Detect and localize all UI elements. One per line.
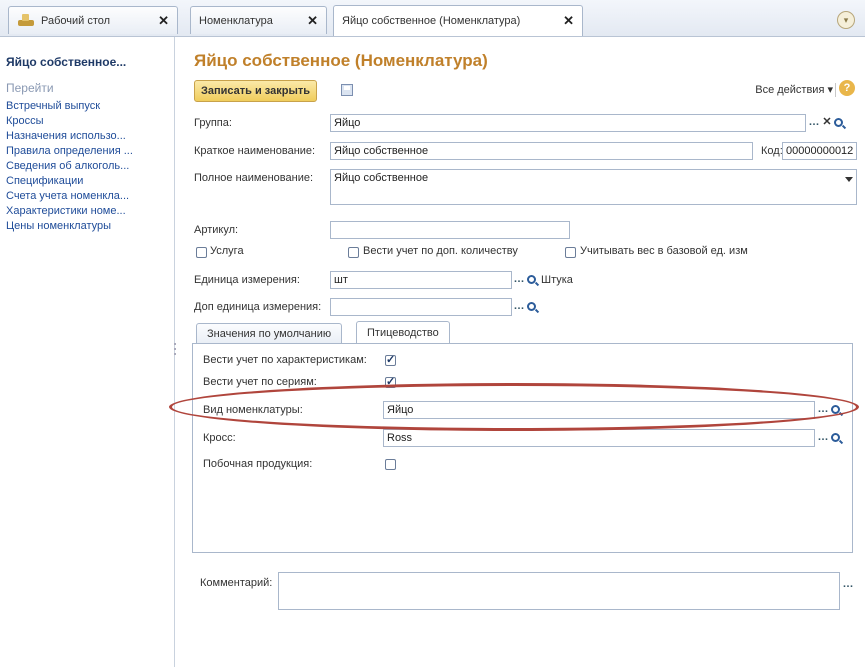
sidebar-item[interactable]: Правила определения ...	[6, 144, 133, 159]
sidebar-section-go: Перейти	[6, 81, 54, 95]
byproduct-checkbox[interactable]	[385, 459, 396, 470]
extra-unit-label: Доп единица измерения:	[194, 301, 322, 313]
search-icon[interactable]	[834, 118, 843, 127]
group-field[interactable]: Яйцо	[330, 114, 806, 132]
sidebar-item[interactable]: Цены номенклатуры	[6, 219, 133, 234]
full-name-label: Полное наименование:	[194, 172, 314, 184]
toolbar-divider	[835, 83, 836, 97]
select-button[interactable]: …	[817, 402, 829, 418]
byproduct-label: Побочная продукция:	[203, 458, 313, 470]
service-label: Услуга	[210, 245, 244, 257]
all-actions-menu[interactable]: Все действия ▾	[755, 83, 833, 96]
short-name-label: Краткое наименование:	[194, 145, 316, 157]
help-icon[interactable]: ?	[839, 80, 855, 96]
chars-label: Вести учет по характеристикам:	[203, 354, 367, 366]
poultry-panel: Вести учет по характеристикам: Вести уче…	[192, 343, 853, 553]
weight-checkbox[interactable]	[565, 247, 576, 258]
close-icon[interactable]: ✕	[563, 13, 574, 29]
extra-unit-field[interactable]	[330, 298, 512, 316]
unit-field[interactable]: шт	[330, 271, 512, 289]
series-label: Вести учет по сериям:	[203, 376, 317, 388]
home-icon	[17, 13, 35, 28]
search-icon[interactable]	[527, 302, 536, 311]
code-label: Код:	[761, 145, 783, 157]
search-icon[interactable]	[831, 433, 840, 442]
cross-field[interactable]: Ross	[383, 429, 815, 447]
unit-name-text: Штука	[541, 274, 573, 286]
unit-label: Единица измерения:	[194, 274, 300, 286]
article-label: Артикул:	[194, 224, 239, 236]
comment-field[interactable]	[278, 572, 840, 610]
sidebar-item[interactable]: Назначения использо...	[6, 129, 133, 144]
tab-desktop[interactable]: Рабочий стол ✕	[8, 6, 178, 34]
select-button[interactable]: …	[842, 577, 854, 593]
sidebar-item[interactable]: Счета учета номенкла...	[6, 189, 133, 204]
tab-nomenclature[interactable]: Номенклатура ✕	[190, 6, 327, 34]
chevron-down-icon[interactable]: ▾	[837, 11, 855, 29]
tab-egg-own[interactable]: Яйцо собственное (Номенклатура) ✕	[333, 5, 583, 36]
short-name-field[interactable]: Яйцо собственное	[330, 142, 753, 160]
dropdown-arrow-icon[interactable]	[845, 177, 853, 182]
tab-label: Яйцо собственное (Номенклатура)	[342, 15, 521, 27]
select-button[interactable]: …	[513, 299, 525, 315]
close-icon[interactable]: ✕	[158, 13, 169, 29]
save-icon[interactable]	[341, 84, 353, 96]
kind-label: Вид номенклатуры:	[203, 404, 303, 416]
code-field[interactable]: 00000000012	[782, 142, 857, 160]
splitter-handle[interactable]	[174, 340, 178, 358]
comment-label: Комментарий:	[200, 577, 273, 589]
select-button[interactable]: …	[808, 115, 820, 131]
search-icon[interactable]	[831, 405, 840, 414]
article-field[interactable]	[330, 221, 570, 239]
sidebar-item[interactable]: Сведения об алкоголь...	[6, 159, 133, 174]
weight-label: Учитывать вес в базовой ед. изм	[580, 245, 748, 257]
sidebar-item[interactable]: Характеристики номе...	[6, 204, 133, 219]
kind-field[interactable]: Яйцо	[383, 401, 815, 419]
sidebar-item[interactable]: Встречный выпуск	[6, 99, 133, 114]
close-icon[interactable]: ✕	[307, 13, 318, 29]
cross-label: Кросс:	[203, 432, 236, 444]
sidebar-title: Яйцо собственное...	[6, 55, 127, 69]
page-title: Яйцо собственное (Номенклатура)	[194, 51, 488, 70]
extra-qty-checkbox[interactable]	[348, 247, 359, 258]
tab-bar: Рабочий стол ✕ Номенклатура ✕ Яйцо собст…	[0, 0, 865, 37]
tab-label: Номенклатура	[199, 14, 273, 27]
series-checkbox[interactable]	[385, 375, 396, 388]
sidebar: Яйцо собственное... Перейти Встречный вы…	[0, 37, 175, 667]
search-icon[interactable]	[527, 275, 536, 284]
tab-label: Рабочий стол	[41, 14, 111, 27]
tab-defaults[interactable]: Значения по умолчанию	[196, 323, 343, 343]
form-area: Яйцо собственное (Номенклатура) Записать…	[180, 37, 865, 667]
clear-icon[interactable]: ✕	[821, 115, 833, 131]
group-label: Группа:	[194, 117, 232, 129]
select-button[interactable]: …	[817, 430, 829, 446]
sidebar-item[interactable]: Спецификации	[6, 174, 133, 189]
extra-qty-label: Вести учет по доп. количеству	[363, 245, 518, 257]
sidebar-item[interactable]: Кроссы	[6, 114, 133, 129]
chars-checkbox[interactable]	[385, 353, 396, 366]
service-checkbox[interactable]	[196, 247, 207, 258]
save-and-close-button[interactable]: Записать и закрыть	[194, 80, 318, 102]
tab-poultry[interactable]: Птицеводство	[356, 321, 450, 343]
full-name-field[interactable]: Яйцо собственное	[330, 169, 857, 205]
select-button[interactable]: …	[513, 272, 525, 288]
sidebar-list: Встречный выпуск Кроссы Назначения испол…	[6, 99, 133, 234]
